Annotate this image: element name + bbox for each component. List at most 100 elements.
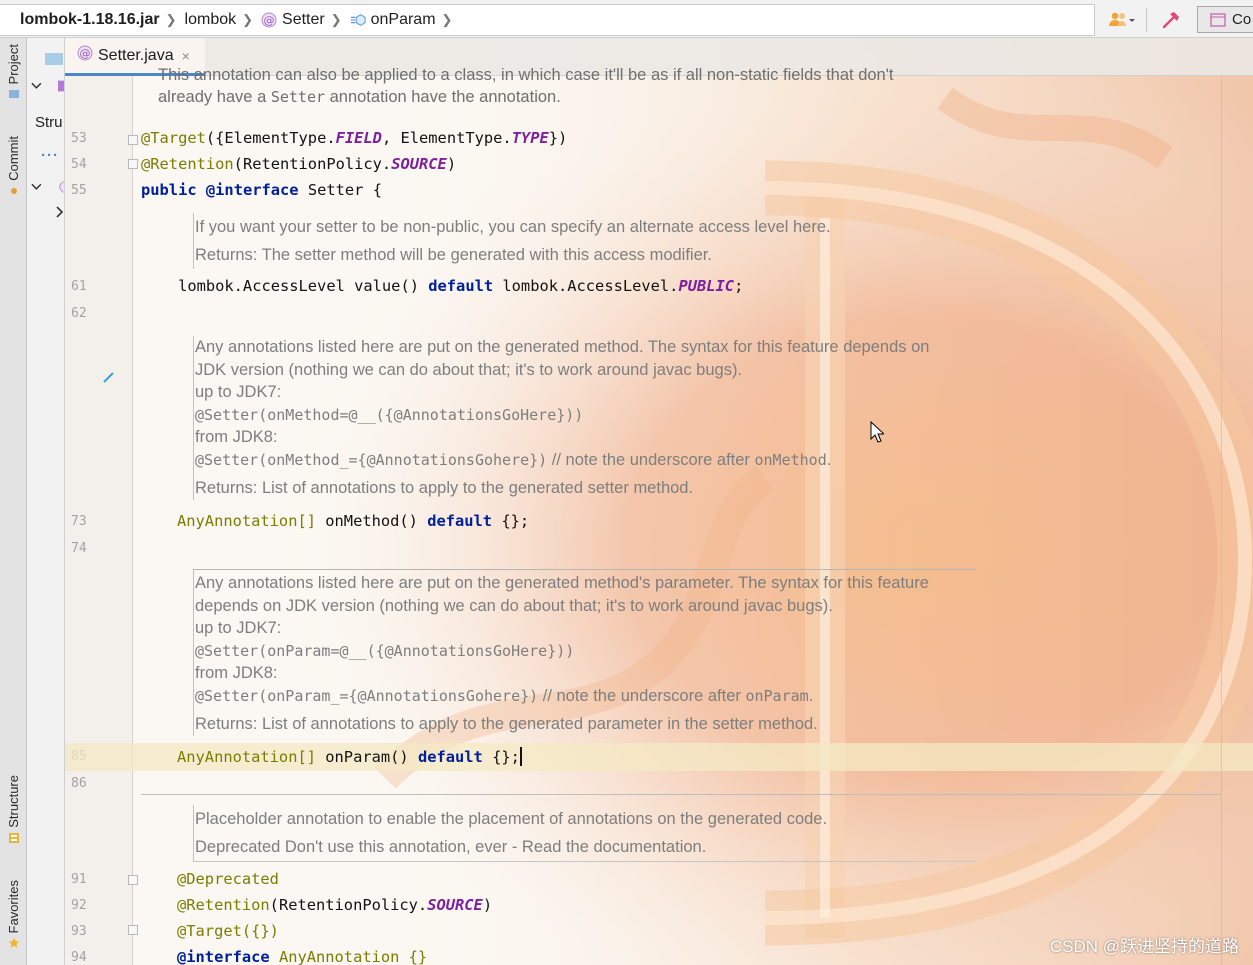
line-number: 94 <box>71 950 87 965</box>
line-number: 93 <box>71 924 87 939</box>
code-line-73: AnyAnnotation[] onMethod() default {}; <box>177 512 530 530</box>
breadcrumb-item-package[interactable]: lombok <box>185 11 237 29</box>
fold-marker-icon[interactable] <box>128 135 138 145</box>
breadcrumb-separator-icon: ❯ <box>165 12 177 27</box>
doc-line: Any annotations listed here are put on t… <box>195 574 929 592</box>
annotation-icon: @ <box>261 12 277 28</box>
run-configuration-selector[interactable]: Co <box>1197 6 1253 33</box>
mouse-pointer-icon <box>870 421 884 443</box>
code-line-92: @Retention(RetentionPolicy.SOURCE) <box>177 896 493 914</box>
code-editor[interactable]: @ Setter.java × 53 54 55 61 62 73 74 85 … <box>65 38 1253 965</box>
breadcrumb-item-setter[interactable]: @ Setter <box>261 11 325 29</box>
doc-line: already have a Setter annotation have th… <box>158 88 561 106</box>
line-number: 91 <box>71 872 87 887</box>
doc-line: This annotation can also be applied to a… <box>158 66 894 84</box>
doc-line: Deprecated Don't use this annotation, ev… <box>195 838 707 856</box>
fold-marker-icon[interactable] <box>128 159 138 169</box>
line-number: 61 <box>71 279 87 294</box>
annotation-icon: @ <box>77 45 93 66</box>
code-line-94: @interface AnyAnnotation {} <box>177 948 428 965</box>
svg-text:@: @ <box>80 47 91 60</box>
doc-line: Placeholder annotation to enable the pla… <box>195 810 828 828</box>
breadcrumb-separator-icon: ❯ <box>441 12 453 27</box>
structure-icon <box>8 832 19 843</box>
tree-row-collapsed[interactable] <box>27 198 64 226</box>
breadcrumb: lombok-1.18.16.jar ❯ lombok ❯ @ Setter ❯… <box>0 4 1095 36</box>
doc-line: up to JDK7: <box>195 383 282 401</box>
doc-line: Any annotations listed here are put on t… <box>195 338 930 356</box>
annotation-icon <box>59 181 64 193</box>
watermark: CSDN @跃进坚持的道路 <box>1049 937 1239 956</box>
line-number: 92 <box>71 898 87 913</box>
chevron-down-icon <box>31 82 42 89</box>
structure-panel-title: Stru <box>35 113 63 131</box>
tool-tab-commit[interactable]: Commit <box>0 136 27 197</box>
tool-window-strip: Project Commit Structure Favorites <box>0 38 27 965</box>
tool-tab-favorites[interactable]: Favorites <box>0 880 27 949</box>
text-caret <box>519 747 522 766</box>
commit-icon <box>10 187 17 194</box>
code-line-85[interactable]: AnyAnnotation[] onParam() default {}; <box>177 747 522 766</box>
breadcrumb-item-jar[interactable]: lombok-1.18.16.jar <box>20 11 160 29</box>
code-line-53: @Target({ElementType.FIELD, ElementType.… <box>141 129 568 147</box>
module-icon <box>57 80 64 92</box>
tree-row-expanded[interactable] <box>27 173 64 201</box>
line-number: 53 <box>71 131 87 146</box>
tool-tab-structure[interactable]: Structure <box>0 775 27 844</box>
navigation-bar: lombok-1.18.16.jar ❯ lombok ❯ @ Setter ❯… <box>0 0 1253 38</box>
breadcrumb-item-onparam[interactable]: onParam <box>350 11 436 29</box>
edit-pencil-icon[interactable] <box>102 370 116 384</box>
doc-line: @Setter(onParam=@__({@AnnotationsGoHere}… <box>195 641 575 660</box>
doc-comment-onmethod: Any annotations listed here are put on t… <box>193 336 976 500</box>
project-panel: Stru ··· <box>27 38 65 965</box>
method-separator <box>141 794 1221 795</box>
method-icon <box>350 12 366 28</box>
doc-comment-anyannotation: Placeholder annotation to enable the pla… <box>193 805 976 862</box>
doc-line: @Setter(onMethod_={@AnnotationsGohere}) … <box>195 450 832 469</box>
doc-line: depends on JDK version (nothing we can d… <box>195 596 833 615</box>
line-number: 73 <box>71 514 87 529</box>
doc-line: JDK version (nothing we can do about tha… <box>195 360 743 379</box>
build-hammer-icon[interactable] <box>1153 6 1189 34</box>
chevron-right-icon <box>56 206 63 218</box>
tool-tab-project[interactable]: Project <box>0 44 27 100</box>
doc-comment-onparam: Any annotations listed here are put on t… <box>193 569 976 736</box>
code-line-61: lombok.AccessLevel value() default lombo… <box>141 277 744 295</box>
code-line-91: @Deprecated <box>177 870 279 888</box>
doc-comment-value: If you want your setter to be non-public… <box>193 213 976 269</box>
tree-row-expanded[interactable] <box>27 72 64 100</box>
line-number: 62 <box>71 306 87 321</box>
doc-line: Returns: The setter method will be gener… <box>195 246 712 264</box>
folder-icon <box>45 53 63 65</box>
project-icon <box>8 90 19 99</box>
doc-line: Returns: List of annotations to apply to… <box>195 479 694 497</box>
users-icon[interactable] <box>1104 6 1140 34</box>
line-number: 54 <box>71 157 87 172</box>
breadcrumb-separator-icon: ❯ <box>242 12 254 27</box>
toolbar <box>1104 6 1189 34</box>
star-icon <box>8 938 19 949</box>
doc-line: up to JDK7: <box>195 619 282 637</box>
line-number: 74 <box>71 541 87 556</box>
svg-text:@: @ <box>264 14 275 27</box>
line-number-gutter: 53 54 55 61 62 73 74 85 86 91 92 93 94 <box>65 76 133 965</box>
more-icon: ··· <box>41 146 59 164</box>
code-line-54: @Retention(RetentionPolicy.SOURCE) <box>141 155 457 173</box>
doc-line: Returns: List of annotations to apply to… <box>195 715 818 733</box>
toolbar-divider <box>1146 8 1147 32</box>
breadcrumb-separator-icon: ❯ <box>330 12 342 27</box>
line-number: 55 <box>71 183 87 198</box>
close-tab-icon[interactable]: × <box>182 48 190 64</box>
run-config-icon <box>1210 12 1226 27</box>
code-line-93: @Target({}) <box>177 922 279 940</box>
panel-header <box>27 44 64 72</box>
fold-marker-icon[interactable] <box>128 875 138 885</box>
chevron-down-icon <box>31 183 42 190</box>
line-number: 86 <box>71 776 87 791</box>
doc-line: If you want your setter to be non-public… <box>195 218 831 236</box>
code-line-55: public @interface Setter { <box>141 181 382 199</box>
fold-marker-icon[interactable] <box>128 925 138 935</box>
doc-comment-class: This annotation can also be applied to a… <box>158 66 958 108</box>
doc-line: @Setter(onMethod=@__({@AnnotationsGoHere… <box>195 405 584 424</box>
structure-options[interactable]: ··· <box>27 141 64 169</box>
